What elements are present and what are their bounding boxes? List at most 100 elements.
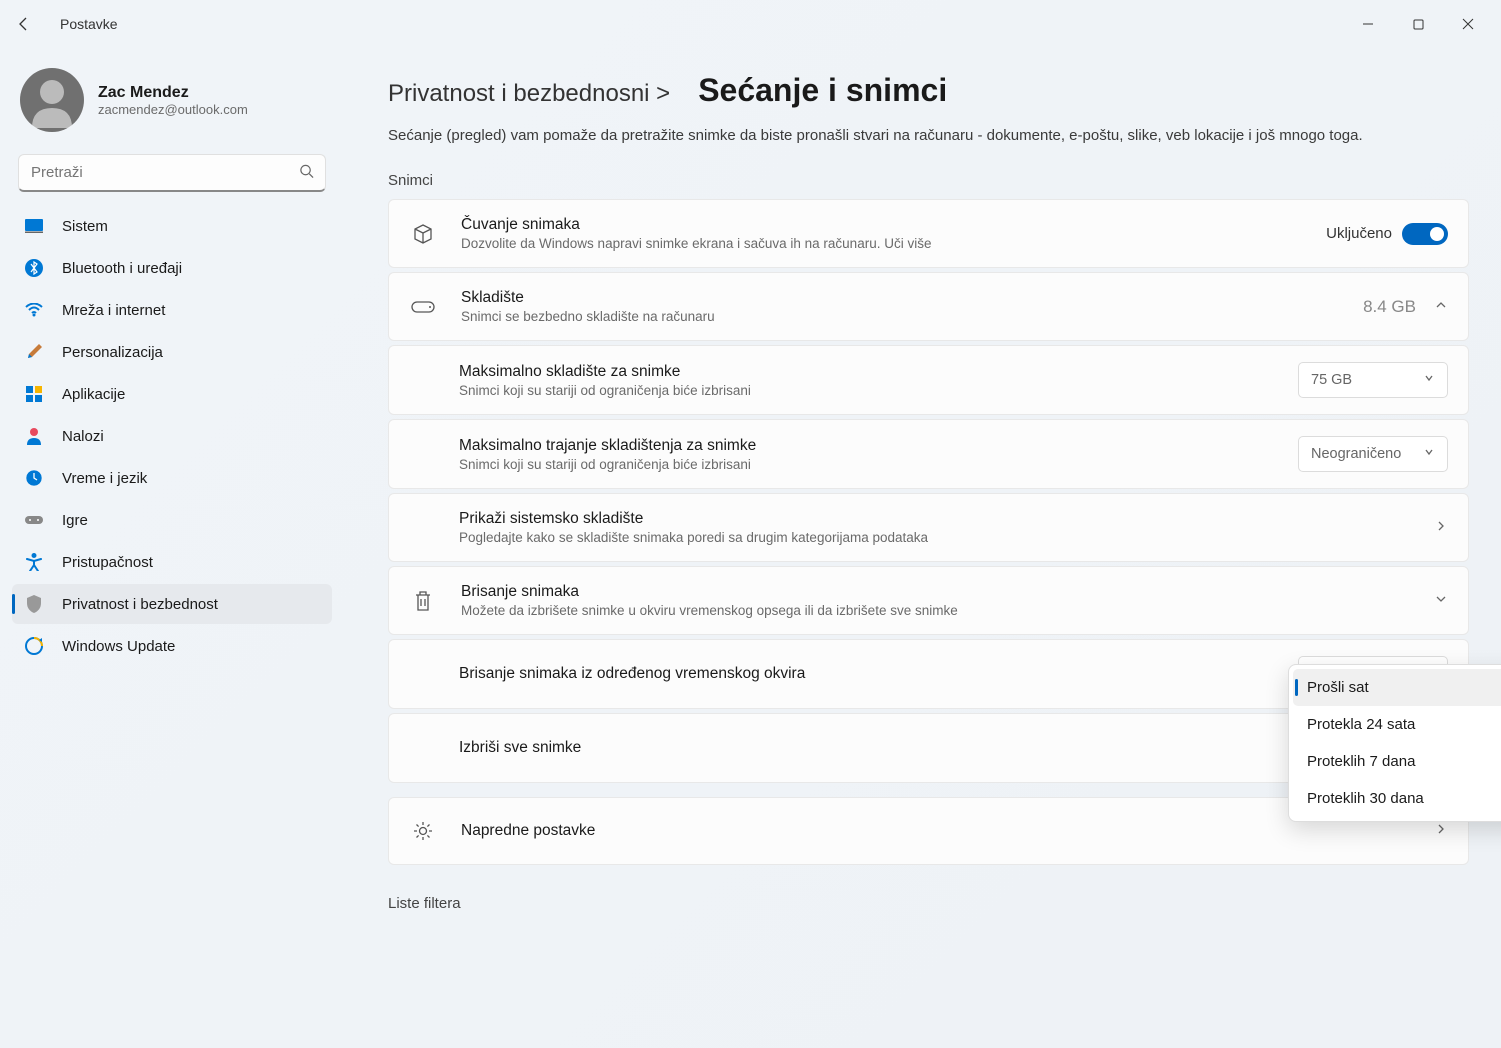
page-title: Sećanje i snimci [698, 72, 947, 109]
saving-toggle[interactable] [1402, 223, 1448, 245]
chevron-right-icon [1434, 822, 1448, 840]
advanced-title: Napredne postavke [461, 822, 1434, 840]
max-storage-title: Maksimalno skladište za snimke [459, 363, 1298, 381]
sidebar-item-label: Vreme i jezik [62, 470, 147, 487]
profile-name: Zac Mendez [98, 84, 248, 102]
max-duration-sub: Snimci koji su stariji od ograničenja bi… [459, 457, 1298, 472]
system-icon [24, 216, 44, 236]
close-icon [1462, 18, 1474, 30]
storage-value: 8.4 GB [1363, 297, 1416, 317]
max-duration-dropdown[interactable]: Neograničeno [1298, 436, 1448, 472]
max-duration-card: Maksimalno trajanje skladištenja za snim… [388, 419, 1469, 489]
saving-title: Čuvanje snimaka [461, 216, 1326, 234]
sidebar-item-label: Pristupačnost [62, 554, 153, 571]
saving-sub: Dozvolite da Windows napravi snimke ekra… [461, 236, 1326, 251]
show-system-sub: Pogledajte kako se skladište snimaka por… [459, 530, 1434, 545]
timeframe-popup: Prošli sat Protekla 24 sata Proteklih 7 … [1288, 664, 1501, 822]
minimize-icon [1362, 18, 1374, 30]
show-system-storage-card[interactable]: Prikaži sistemsko skladište Pogledajte k… [388, 493, 1469, 562]
sidebar-item-time-language[interactable]: Vreme i jezik [12, 458, 332, 498]
page-description: Sećanje (pregled) vam pomaže da pretraži… [388, 127, 1469, 144]
storage-sub: Snimci se bezbedno skladište na računaru [461, 309, 1363, 324]
timeframe-option[interactable]: Proteklih 30 dana [1293, 780, 1501, 817]
sidebar-item-label: Personalizacija [62, 344, 163, 361]
chevron-down-icon [1423, 446, 1435, 462]
sidebar-item-privacy[interactable]: Privatnost i bezbednost [12, 584, 332, 624]
sidebar-item-label: Igre [62, 512, 88, 529]
max-duration-value: Neograničeno [1311, 446, 1401, 462]
delete-sub: Možete da izbrišete snimke u okviru vrem… [461, 603, 1434, 618]
paintbrush-icon [24, 342, 44, 362]
sidebar-item-accounts[interactable]: Nalozi [12, 416, 332, 456]
max-storage-value: 75 GB [1311, 372, 1352, 388]
apps-icon [24, 384, 44, 404]
shield-icon [24, 594, 44, 614]
saving-snapshots-card: Čuvanje snimaka Dozvolite da Windows nap… [388, 199, 1469, 268]
sidebar-item-accessibility[interactable]: Pristupačnost [12, 542, 332, 582]
sidebar-item-label: Aplikacije [62, 386, 125, 403]
sidebar-item-network[interactable]: Mreža i internet [12, 290, 332, 330]
trash-icon [409, 590, 437, 612]
max-storage-card: Maksimalno skladište za snimke Snimci ko… [388, 345, 1469, 415]
gamepad-icon [24, 510, 44, 530]
titlebar: Postavke [0, 0, 1501, 48]
show-system-title: Prikaži sistemsko skladište [459, 510, 1434, 528]
sidebar-item-apps[interactable]: Aplikacije [12, 374, 332, 414]
timeframe-option[interactable]: Prošli sat [1293, 669, 1501, 706]
minimize-button[interactable] [1343, 6, 1393, 42]
arrow-left-icon [16, 16, 32, 32]
max-storage-sub: Snimci koji su stariji od ograničenja bi… [459, 383, 1298, 398]
user-profile[interactable]: Zac Mendez zacmendez@outlook.com [12, 60, 332, 148]
wifi-icon [24, 300, 44, 320]
close-button[interactable] [1443, 6, 1493, 42]
delete-title: Brisanje snimaka [461, 583, 1434, 601]
maximize-icon [1413, 19, 1424, 30]
cube-icon [409, 223, 437, 245]
chevron-down-icon [1434, 592, 1448, 610]
timeframe-option[interactable]: Protekla 24 sata [1293, 706, 1501, 743]
bluetooth-icon [24, 258, 44, 278]
max-duration-title: Maksimalno trajanje skladištenja za snim… [459, 437, 1298, 455]
sidebar-item-label: Nalozi [62, 428, 104, 445]
section-snapshots: Snimci [388, 172, 1469, 189]
content: Privatnost i bezbednosni > Sećanje i sni… [340, 48, 1501, 1048]
chevron-down-icon [1423, 372, 1435, 388]
gear-icon [409, 820, 437, 842]
maximize-button[interactable] [1393, 6, 1443, 42]
back-button[interactable] [8, 8, 40, 40]
max-storage-dropdown[interactable]: 75 GB [1298, 362, 1448, 398]
sidebar-item-bluetooth[interactable]: Bluetooth i uređaji [12, 248, 332, 288]
search-box [18, 154, 326, 192]
sidebar-item-windows-update[interactable]: Windows Update [12, 626, 332, 666]
search-input[interactable] [18, 154, 326, 192]
search-icon [299, 164, 314, 183]
profile-email: zacmendez@outlook.com [98, 102, 248, 117]
avatar [20, 68, 84, 132]
sidebar-item-label: Bluetooth i uređaji [62, 260, 182, 277]
sidebar-item-personalization[interactable]: Personalizacija [12, 332, 332, 372]
delete-all-title: Izbriši sve snimke [459, 739, 1298, 757]
sidebar-item-gaming[interactable]: Igre [12, 500, 332, 540]
delete-snapshots-card[interactable]: Brisanje snimaka Možete da izbrišete sni… [388, 566, 1469, 635]
nav-list: Sistem Bluetooth i uređaji Mreža i inter… [12, 206, 332, 666]
timeframe-option[interactable]: Proteklih 7 dana [1293, 743, 1501, 780]
update-icon [24, 636, 44, 656]
chevron-right-icon [1434, 519, 1448, 537]
delete-range-title: Brisanje snimaka iz određenog vremenskog… [459, 665, 1298, 683]
clock-globe-icon [24, 468, 44, 488]
sidebar: Zac Mendez zacmendez@outlook.com Sistem … [0, 48, 340, 1048]
sidebar-item-system[interactable]: Sistem [12, 206, 332, 246]
chevron-up-icon [1434, 298, 1448, 316]
person-icon [24, 426, 44, 446]
sidebar-item-label: Windows Update [62, 638, 175, 655]
drive-icon [409, 301, 437, 313]
toggle-label: Uključeno [1326, 225, 1392, 242]
section-filters: Liste filtera [388, 895, 1469, 912]
sidebar-item-label: Mreža i internet [62, 302, 165, 319]
storage-title: Skladište [461, 289, 1363, 307]
sidebar-item-label: Privatnost i bezbednost [62, 596, 218, 613]
sidebar-item-label: Sistem [62, 218, 108, 235]
accessibility-icon [24, 552, 44, 572]
storage-card[interactable]: Skladište Snimci se bezbedno skladište n… [388, 272, 1469, 341]
breadcrumb[interactable]: Privatnost i bezbednosni > [388, 80, 670, 108]
